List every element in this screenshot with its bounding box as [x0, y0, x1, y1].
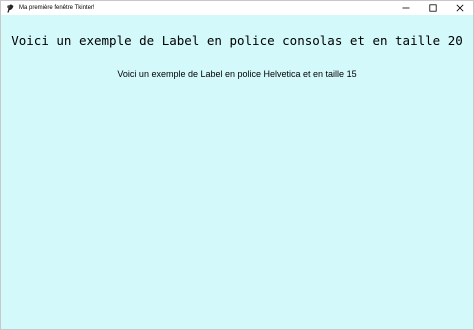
- window-title: Ma première fenêtre Tkinter!: [19, 5, 95, 11]
- window-controls: [392, 1, 473, 15]
- maximize-button[interactable]: [419, 1, 446, 15]
- close-button[interactable]: [446, 1, 473, 15]
- label-consolas: Voici un exemple de Label en police cons…: [11, 33, 463, 48]
- minimize-button[interactable]: [392, 1, 419, 15]
- title-bar[interactable]: Ma première fenêtre Tkinter!: [1, 1, 473, 15]
- app-window: Ma première fenêtre Tkinter! Voici un ex…: [0, 0, 474, 330]
- label-helvetica: Voici un exemple de Label en police Helv…: [117, 69, 357, 79]
- tk-feather-icon: [5, 3, 15, 13]
- window-client-area: Voici un exemple de Label en police cons…: [1, 15, 473, 329]
